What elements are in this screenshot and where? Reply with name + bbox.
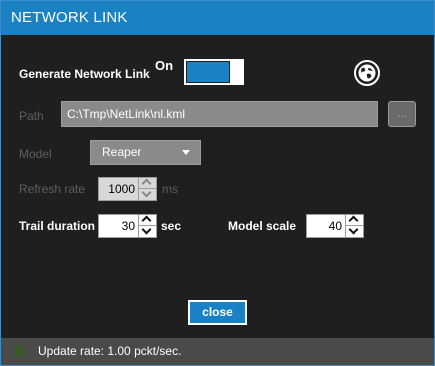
trail-duration-label: Trail duration	[19, 219, 96, 233]
window-title: NETWORK LINK	[1, 1, 434, 35]
trail-duration-stepper[interactable]: 30	[98, 214, 157, 238]
status-text: Update rate: 1.00 pckt/sec.	[38, 344, 182, 358]
network-link-window: NETWORK LINK Generate Network Link On Pa…	[0, 0, 435, 366]
model-select[interactable]: Reaper	[90, 140, 201, 165]
model-scale-down-icon[interactable]	[345, 226, 363, 237]
path-field[interactable]: C:\Tmp\NetLink\nl.kml	[61, 101, 378, 127]
close-button[interactable]: close	[188, 300, 247, 325]
status-indicator-icon	[13, 345, 25, 357]
refresh-rate-down-icon[interactable]	[138, 189, 156, 200]
refresh-rate-stepper[interactable]: 1000	[98, 177, 157, 201]
refresh-rate-label: Refresh rate	[19, 182, 86, 196]
model-select-value: Reaper	[102, 145, 142, 159]
refresh-rate-unit: ms	[162, 182, 178, 196]
path-label: Path	[19, 109, 44, 123]
trail-duration-down-icon[interactable]	[138, 226, 156, 237]
browse-button[interactable]: ...	[388, 101, 416, 127]
generate-label: Generate Network Link	[19, 67, 150, 81]
model-scale-label: Model scale	[228, 219, 297, 233]
toggle-fill	[187, 62, 229, 82]
model-scale-value: 40	[328, 219, 342, 233]
trail-duration-unit: sec	[161, 219, 182, 233]
trail-duration-value: 30	[121, 219, 135, 233]
model-scale-stepper[interactable]: 40	[306, 214, 364, 238]
globe-icon[interactable]	[353, 59, 381, 87]
model-label: Model	[19, 147, 52, 161]
generate-toggle[interactable]	[184, 59, 244, 85]
refresh-rate-value: 1000	[108, 182, 135, 196]
toggle-state-label: On	[155, 58, 174, 73]
status-bar: Update rate: 1.00 pckt/sec.	[1, 338, 434, 365]
chevron-down-icon	[182, 150, 190, 155]
